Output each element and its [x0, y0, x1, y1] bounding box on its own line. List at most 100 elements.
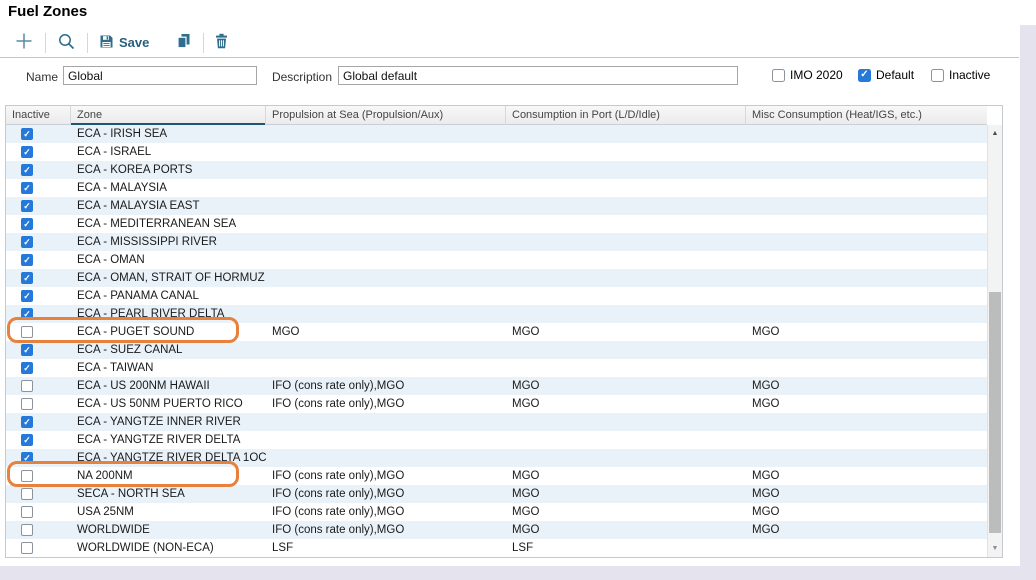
row-inactive-checkbox[interactable] [21, 470, 33, 482]
table-row[interactable]: ECA - PUGET SOUND MGO MGO MGO [6, 323, 987, 341]
zone-cell: ECA - IRISH SEA [71, 128, 266, 140]
row-inactive-checkbox[interactable]: ✓ [21, 272, 33, 284]
misc-consumption-cell: MGO [746, 488, 987, 500]
name-input[interactable] [63, 66, 257, 85]
table-body: ✓ ECA - IRISH SEA ✓ ECA - ISRAEL ✓ ECA -… [6, 125, 987, 557]
table-row[interactable]: ✓ ECA - SUEZ CANAL [6, 341, 987, 359]
delete-button[interactable] [209, 30, 234, 56]
table-row[interactable]: ✓ ECA - MALAYSIA [6, 179, 987, 197]
row-inactive-checkbox[interactable]: ✓ [21, 146, 33, 158]
table-row[interactable]: USA 25NM IFO (cons rate only),MGO MGO MG… [6, 503, 987, 521]
toolbar-separator [0, 57, 1019, 58]
zone-cell: ECA - MALAYSIA [71, 182, 266, 194]
zone-cell: SECA - NORTH SEA [71, 488, 266, 500]
row-inactive-checkbox[interactable] [21, 524, 33, 536]
table-row[interactable]: ✓ ECA - IRISH SEA [6, 125, 987, 143]
description-input[interactable] [338, 66, 738, 85]
table-row[interactable]: WORLDWIDE IFO (cons rate only),MGO MGO M… [6, 521, 987, 539]
column-header-propulsion[interactable]: Propulsion at Sea (Propulsion/Aux) [266, 106, 506, 125]
adjacent-panel-strip [1020, 25, 1036, 580]
vertical-scrollbar[interactable]: ▲ ▼ [987, 125, 1002, 557]
zone-cell: ECA - MALAYSIA EAST [71, 200, 266, 212]
table-row[interactable]: ECA - US 200NM HAWAII IFO (cons rate onl… [6, 377, 987, 395]
copy-button[interactable] [169, 30, 198, 56]
column-header-zone[interactable]: Zone [71, 106, 266, 125]
zone-cell: ECA - PANAMA CANAL [71, 290, 266, 302]
table-row[interactable]: ✓ ECA - KOREA PORTS [6, 161, 987, 179]
column-header-port-consumption[interactable]: Consumption in Port (L/D/Idle) [506, 106, 746, 125]
table-row[interactable]: ✓ ECA - OMAN [6, 251, 987, 269]
row-inactive-checkbox[interactable]: ✓ [21, 200, 33, 212]
table-row[interactable]: ✓ ECA - YANGTZE RIVER DELTA 1OCT [6, 449, 987, 467]
table-row[interactable]: SECA - NORTH SEA IFO (cons rate only),MG… [6, 485, 987, 503]
scroll-up-icon[interactable]: ▲ [988, 130, 1002, 137]
page-title: Fuel Zones [8, 3, 87, 20]
zone-cell: ECA - PUGET SOUND [71, 326, 266, 338]
row-inactive-checkbox[interactable] [21, 398, 33, 410]
row-inactive-checkbox[interactable]: ✓ [21, 416, 33, 428]
row-inactive-checkbox[interactable] [21, 326, 33, 338]
plus-icon [14, 31, 34, 54]
row-inactive-checkbox[interactable]: ✓ [21, 128, 33, 140]
zone-cell: ECA - YANGTZE RIVER DELTA [71, 434, 266, 446]
row-inactive-checkbox[interactable]: ✓ [21, 344, 33, 356]
table-row[interactable]: ✓ ECA - PANAMA CANAL [6, 287, 987, 305]
zone-cell: ECA - KOREA PORTS [71, 164, 266, 176]
copy-icon [175, 33, 192, 52]
row-inactive-checkbox[interactable]: ✓ [21, 164, 33, 176]
zone-cell: ECA - YANGTZE INNER RIVER [71, 416, 266, 428]
row-inactive-checkbox[interactable]: ✓ [21, 452, 33, 464]
table-header: Inactive Zone Propulsion at Sea (Propuls… [6, 106, 987, 125]
table-row[interactable]: ✓ ECA - MALAYSIA EAST [6, 197, 987, 215]
save-button[interactable]: Save [93, 30, 155, 56]
default-checkbox[interactable]: ✓ [858, 69, 871, 82]
zone-cell: ECA - US 200NM HAWAII [71, 380, 266, 392]
row-inactive-checkbox[interactable]: ✓ [21, 362, 33, 374]
propulsion-at-sea-cell: IFO (cons rate only),MGO [266, 380, 506, 392]
zone-cell: ECA - MISSISSIPPI RIVER [71, 236, 266, 248]
propulsion-at-sea-cell: IFO (cons rate only),MGO [266, 488, 506, 500]
misc-consumption-cell: MGO [746, 380, 987, 392]
table-row[interactable]: ✓ ECA - TAIWAN [6, 359, 987, 377]
consumption-in-port-cell: MGO [506, 488, 746, 500]
table-row[interactable]: ✓ ECA - MISSISSIPPI RIVER [6, 233, 987, 251]
zone-cell: WORLDWIDE (NON-ECA) [71, 542, 266, 554]
table-row[interactable]: ✓ ECA - YANGTZE INNER RIVER [6, 413, 987, 431]
search-button[interactable] [51, 30, 82, 56]
inactive-checkbox[interactable] [931, 69, 944, 82]
table-row[interactable]: ✓ ECA - PEARL RIVER DELTA [6, 305, 987, 323]
row-inactive-checkbox[interactable]: ✓ [21, 218, 33, 230]
toolbar-divider [87, 33, 88, 53]
row-inactive-checkbox[interactable] [21, 380, 33, 392]
table-row[interactable]: WORLDWIDE (NON-ECA) LSF LSF [6, 539, 987, 557]
consumption-in-port-cell: MGO [506, 380, 746, 392]
table-row[interactable]: ✓ ECA - YANGTZE RIVER DELTA [6, 431, 987, 449]
row-inactive-checkbox[interactable] [21, 542, 33, 554]
consumption-in-port-cell: MGO [506, 326, 746, 338]
row-inactive-checkbox[interactable] [21, 506, 33, 518]
default-label: Default [876, 68, 914, 82]
scrollbar-thumb[interactable] [989, 292, 1001, 533]
table-row[interactable]: ✓ ECA - ISRAEL [6, 143, 987, 161]
bottom-panel-strip [0, 566, 1036, 580]
add-button[interactable] [8, 30, 40, 56]
table-row[interactable]: ✓ ECA - OMAN, STRAIT OF HORMUZ [6, 269, 987, 287]
table-row[interactable]: ✓ ECA - MEDITERRANEAN SEA [6, 215, 987, 233]
row-inactive-checkbox[interactable]: ✓ [21, 308, 33, 320]
row-inactive-checkbox[interactable]: ✓ [21, 254, 33, 266]
column-header-inactive[interactable]: Inactive [6, 106, 71, 125]
row-inactive-checkbox[interactable]: ✓ [21, 434, 33, 446]
imo-2020-checkbox[interactable] [772, 69, 785, 82]
row-inactive-checkbox[interactable]: ✓ [21, 236, 33, 248]
zone-cell: ECA - OMAN, STRAIT OF HORMUZ [71, 272, 266, 284]
save-icon [99, 34, 114, 52]
column-header-misc-consumption[interactable]: Misc Consumption (Heat/IGS, etc.) [746, 106, 987, 125]
row-inactive-checkbox[interactable]: ✓ [21, 290, 33, 302]
table-row[interactable]: NA 200NM IFO (cons rate only),MGO MGO MG… [6, 467, 987, 485]
table-row[interactable]: ECA - US 50NM PUERTO RICO IFO (cons rate… [6, 395, 987, 413]
propulsion-at-sea-cell: LSF [266, 542, 506, 554]
inactive-label: Inactive [949, 68, 990, 82]
scroll-down-icon[interactable]: ▼ [988, 545, 1002, 552]
row-inactive-checkbox[interactable]: ✓ [21, 182, 33, 194]
row-inactive-checkbox[interactable] [21, 488, 33, 500]
